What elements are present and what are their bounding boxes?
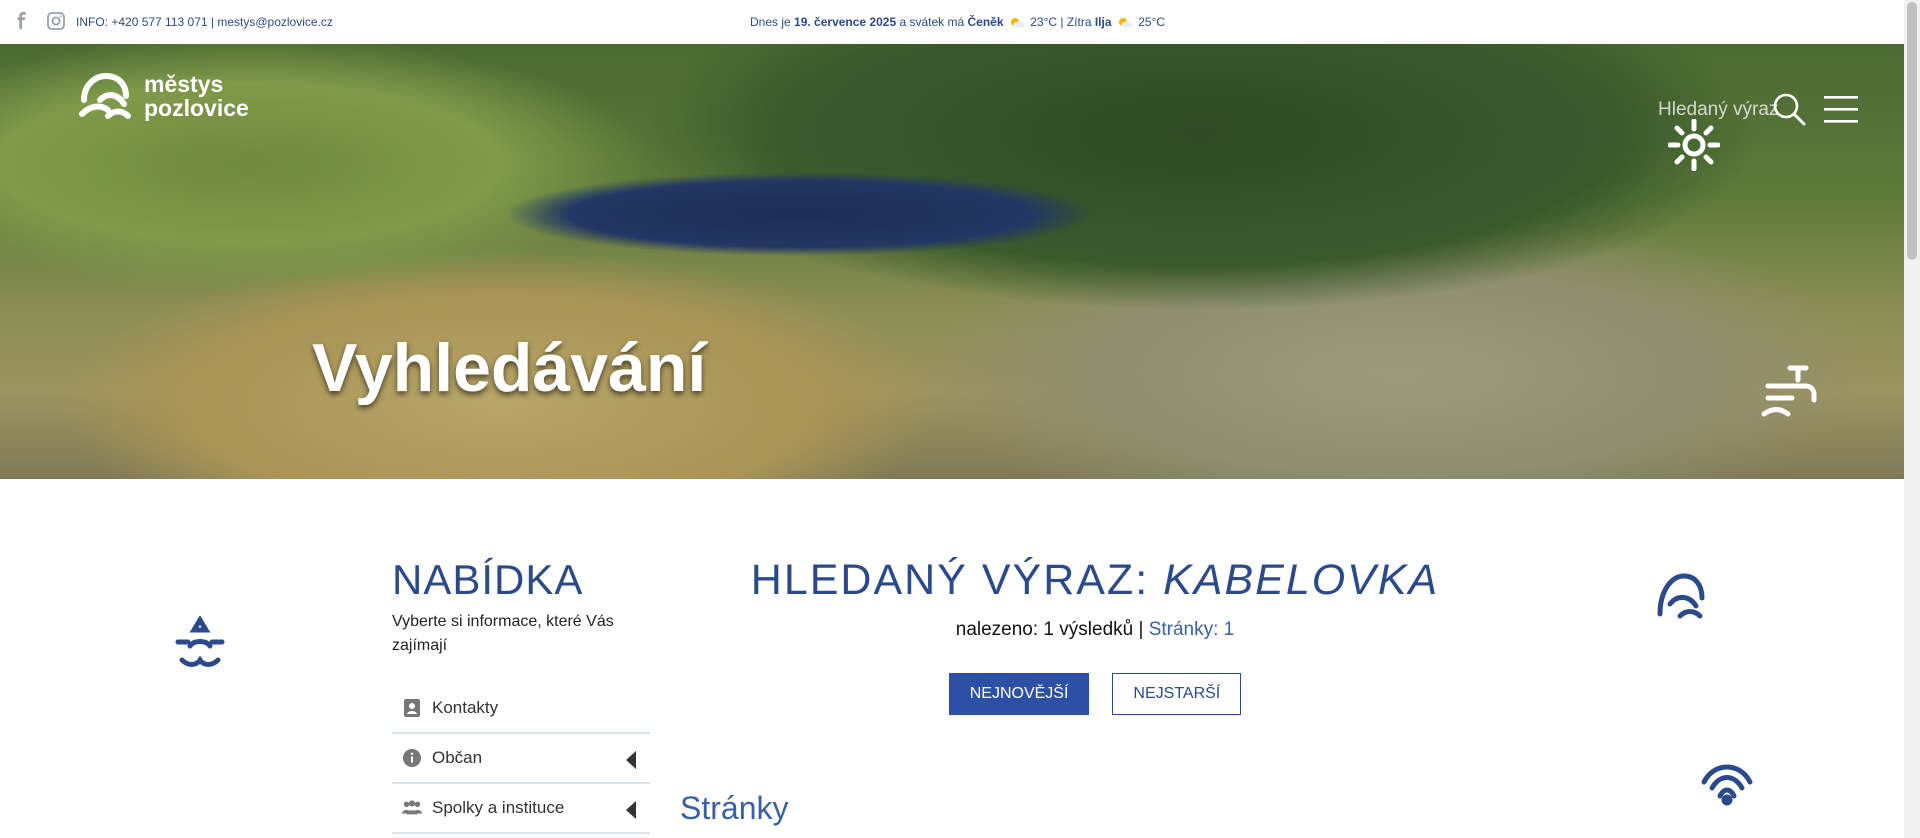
contact-card-icon [404, 699, 420, 717]
site-logo[interactable]: městys pozlovice [78, 70, 249, 122]
search-heading: HLEDANÝ VÝRAZ: KABELOVKA [680, 556, 1510, 605]
search-icon[interactable] [1772, 92, 1806, 126]
instagram-icon[interactable] [46, 11, 66, 31]
result-count: nalezeno: 1 výsledků | Stránky: 1 [680, 619, 1510, 641]
chevron-left-icon[interactable] [626, 751, 636, 769]
nameday-tomorrow: Ilja [1094, 15, 1112, 29]
sun-decoration-icon [1668, 119, 1720, 171]
water-drop-decoration-icon [175, 616, 225, 667]
pages-link[interactable]: Stránky: 1 [1149, 619, 1235, 640]
sidebar-menu: Kontakty Občan Spolky a instituce [392, 684, 650, 834]
top-info-bar: INFO: +420 577 113 071 | mestys@pozlovic… [0, 0, 1904, 44]
wifi-decoration-icon [1701, 764, 1753, 806]
today-prefix: Dnes je [750, 15, 791, 29]
sort-buttons: NEJNOVĚJŠÍ NEJSTARŠÍ [680, 673, 1510, 715]
hamburger-menu-icon[interactable] [1824, 93, 1858, 125]
sidebar-item-obcan[interactable]: Občan [392, 734, 650, 784]
tomorrow-temp: 25°C [1138, 15, 1166, 29]
sort-oldest-button[interactable]: NEJSTARŠÍ [1112, 673, 1242, 715]
partly-cloudy-icon [1010, 18, 1025, 28]
nameday-today: Čeněk [967, 15, 1004, 29]
water-tap-decoration-icon [1761, 365, 1817, 417]
brand-line-1: městys [144, 71, 224, 97]
contact-info: INFO: +420 577 113 071 | mestys@pozlovic… [76, 15, 333, 29]
logo-icon [79, 72, 131, 119]
search-heading-label: HLEDANÝ VÝRAZ: [750, 556, 1150, 604]
today-temp: 23°C | Zítra [1030, 15, 1092, 29]
hero-banner: městys pozlovice Vyhledávání [0, 44, 1904, 479]
today-info: Dnes je 19. července 2025 a svátek má Če… [750, 15, 1165, 29]
sidebar-title: NABÍDKA [392, 556, 584, 603]
section-title-pages: Stránky [680, 790, 789, 826]
sidebar-item-label: Kontakty [432, 698, 499, 717]
found-text: nalezeno: 1 výsledků | [955, 619, 1144, 640]
scrollbar-thumb[interactable] [1907, 2, 1917, 260]
page-title: Vyhledávání [312, 330, 707, 406]
people-icon [402, 800, 422, 815]
logo-decoration-icon [1657, 573, 1705, 619]
sidebar: NABÍDKA Vyberte si informace, které Vás … [392, 556, 650, 834]
vertical-scrollbar[interactable] [1904, 0, 1920, 838]
today-mid: a svátek má [899, 15, 965, 29]
sidebar-item-kontakty[interactable]: Kontakty [392, 684, 650, 734]
partly-cloudy-icon [1118, 18, 1133, 28]
facebook-icon[interactable] [12, 11, 32, 31]
search-term: KABELOVKA [1163, 556, 1440, 604]
sort-newest-button[interactable]: NEJNOVĚJŠÍ [948, 673, 1090, 715]
brand-line-2: pozlovice [144, 95, 249, 121]
sidebar-item-label: Občan [432, 748, 483, 767]
phone-info: INFO: +420 577 113 071 | [76, 15, 214, 29]
today-date: 19. července 2025 [794, 15, 897, 29]
sidebar-subtitle: Vyberte si informace, které Vás zajímají [392, 613, 614, 654]
email-link[interactable]: mestys@pozlovice.cz [217, 15, 333, 29]
sidebar-item-spolky[interactable]: Spolky a instituce [392, 784, 650, 834]
sidebar-item-label: Spolky a instituce [432, 798, 565, 817]
info-icon [403, 749, 421, 767]
social-links [12, 11, 66, 31]
search-results: HLEDANÝ VÝRAZ: KABELOVKA nalezeno: 1 výs… [680, 556, 1510, 826]
chevron-left-icon[interactable] [626, 801, 636, 819]
